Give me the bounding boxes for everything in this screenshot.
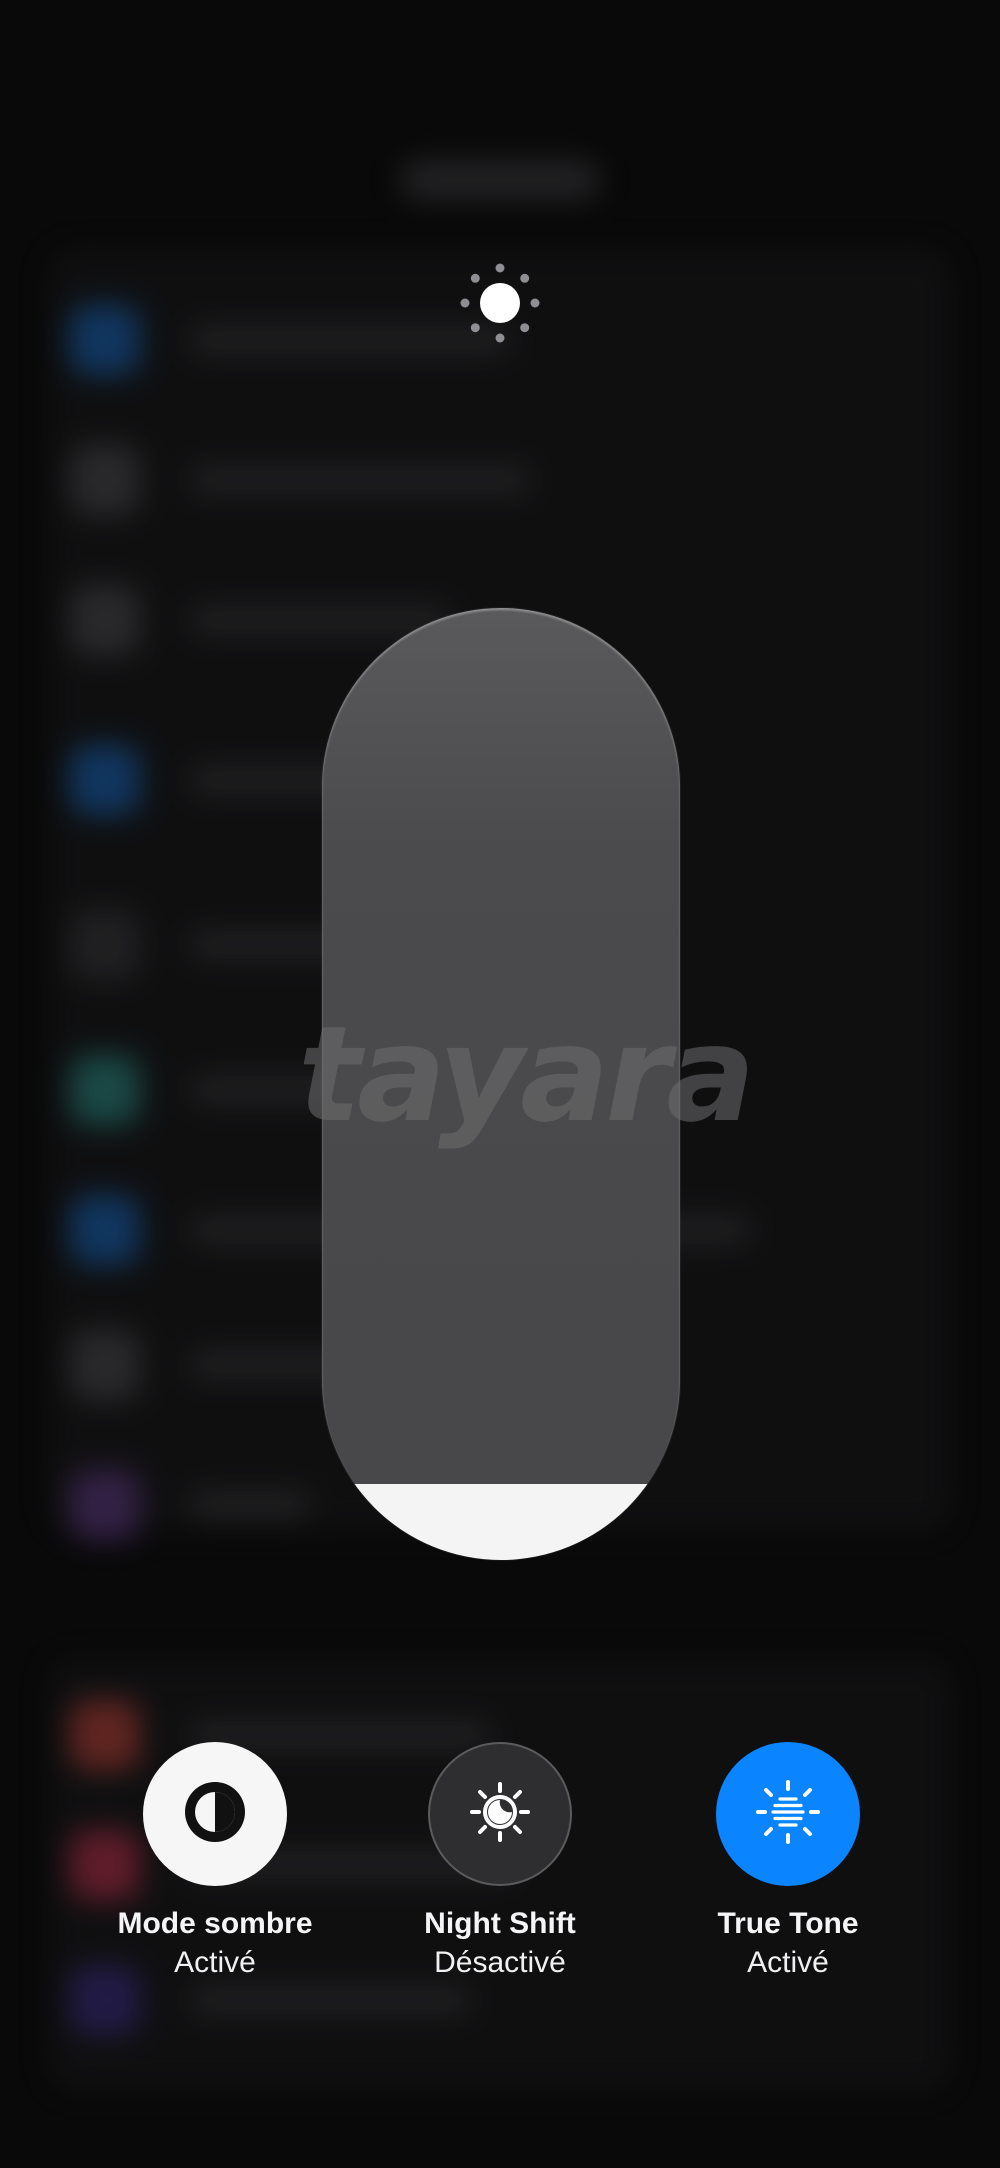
night-shift-control: Night Shift Désactivé — [380, 1742, 620, 1984]
true-tone-icon — [752, 1776, 824, 1853]
true-tone-state: Activé — [747, 1946, 829, 1979]
screen: tayara Mode sombre Activé Night Shift Dé… — [0, 0, 1000, 2168]
dark-mode-label: Mode sombre — [117, 1907, 313, 1940]
night-shift-state: Désactivé — [434, 1946, 566, 1979]
brightness-slider-fill — [322, 1483, 680, 1560]
night-shift-label: Night Shift — [424, 1907, 576, 1940]
true-tone-label: True Tone — [717, 1907, 859, 1940]
dark-mode-button[interactable] — [143, 1742, 287, 1886]
half-circle-icon — [179, 1776, 251, 1853]
true-tone-button[interactable] — [716, 1742, 860, 1886]
sun-icon — [455, 258, 545, 348]
dark-mode-state: Activé — [174, 1946, 256, 1979]
dark-mode-control: Mode sombre Activé — [95, 1742, 335, 1984]
night-shift-button[interactable] — [428, 1742, 572, 1886]
watermark-text: tayara — [298, 998, 755, 1152]
true-tone-control: True Tone Activé — [668, 1742, 908, 1984]
sun-moon-icon — [464, 1776, 536, 1853]
